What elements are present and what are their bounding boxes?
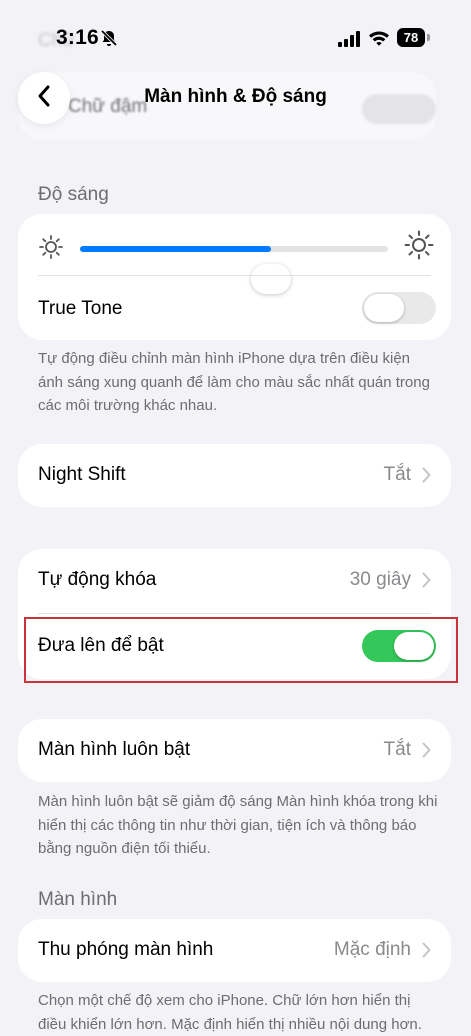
ghost-section-text: Chữ — [38, 30, 76, 51]
battery-tip — [427, 34, 430, 41]
toggle-knob — [364, 294, 404, 322]
brightness-slider-fill — [80, 246, 271, 252]
chevron-right-icon — [422, 742, 431, 763]
true-tone-toggle[interactable] — [362, 292, 436, 324]
wifi-icon — [368, 29, 390, 52]
auto-lock-row[interactable]: Tự động khóa 30 giây — [18, 549, 451, 613]
display-zoom-label: Thu phóng màn hình — [38, 939, 214, 960]
display-footnote: Chọn một chế độ xem cho iPhone. Chữ lớn … — [38, 992, 422, 1033]
bell-off-icon — [100, 29, 118, 52]
cellular-signal-icon — [338, 31, 362, 52]
display-zoom-value: Mặc định — [333, 939, 411, 960]
section-header-display: Màn hình — [38, 889, 118, 910]
always-on-row[interactable]: Màn hình luôn bật Tắt — [18, 719, 451, 782]
divider — [38, 613, 431, 614]
divider — [38, 275, 431, 276]
battery-indicator: 78 — [397, 28, 425, 47]
night-shift-value: Tắt — [383, 464, 411, 485]
auto-lock-label: Tự động khóa — [38, 569, 157, 590]
night-shift-label: Night Shift — [38, 464, 126, 485]
chevron-right-icon — [422, 572, 431, 593]
brightness-footnote: Tự động điều chỉnh màn hình iPhone dựa t… — [38, 350, 430, 414]
always-on-footnote: Màn hình luôn bật sẽ giảm độ sáng Màn hì… — [38, 793, 438, 857]
chevron-right-icon — [422, 467, 431, 488]
page-title: Màn hình & Độ sáng — [144, 86, 327, 107]
brightness-card: True Tone — [18, 214, 451, 340]
display-zoom-row[interactable]: Thu phóng màn hình Mặc định — [18, 919, 451, 982]
sun-small-icon — [38, 234, 64, 265]
always-on-value: Tắt — [383, 739, 411, 760]
sun-large-icon — [404, 230, 434, 265]
always-on-label: Màn hình luôn bật — [38, 739, 191, 760]
night-shift-row[interactable]: Night Shift Tắt — [18, 444, 451, 507]
auto-lock-value: 30 giây — [349, 569, 411, 590]
chevron-right-icon — [422, 942, 431, 963]
brightness-slider[interactable] — [80, 246, 388, 294]
highlight-box — [24, 617, 458, 683]
section-header-brightness: Độ sáng — [38, 184, 109, 205]
brightness-slider-thumb[interactable] — [250, 264, 291, 294]
true-tone-label: True Tone — [38, 298, 123, 319]
